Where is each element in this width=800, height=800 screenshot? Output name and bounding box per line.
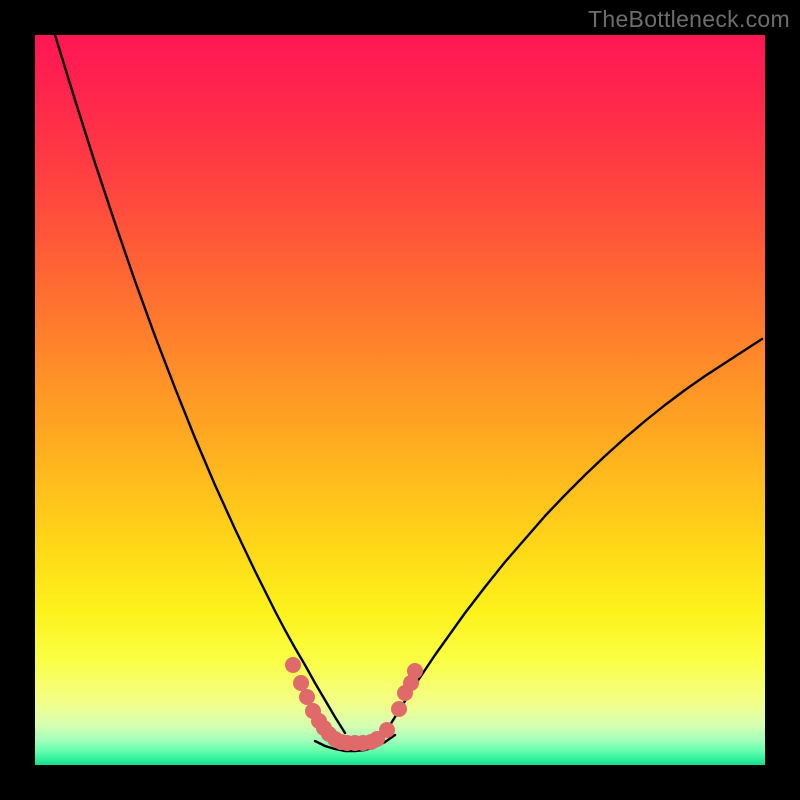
data-point — [285, 657, 301, 673]
data-point — [293, 675, 309, 691]
curve-layer — [35, 35, 765, 765]
data-markers — [285, 657, 423, 751]
chart-frame: TheBottleneck.com — [0, 0, 800, 800]
watermark-text: TheBottleneck.com — [588, 6, 790, 33]
data-point — [379, 722, 395, 738]
curve-left-curve — [55, 35, 345, 733]
data-point — [407, 663, 423, 679]
curve-right-curve — [385, 339, 762, 733]
curve-paths — [55, 35, 762, 751]
data-point — [391, 701, 407, 717]
data-point — [299, 689, 315, 705]
plot-area — [35, 35, 765, 765]
